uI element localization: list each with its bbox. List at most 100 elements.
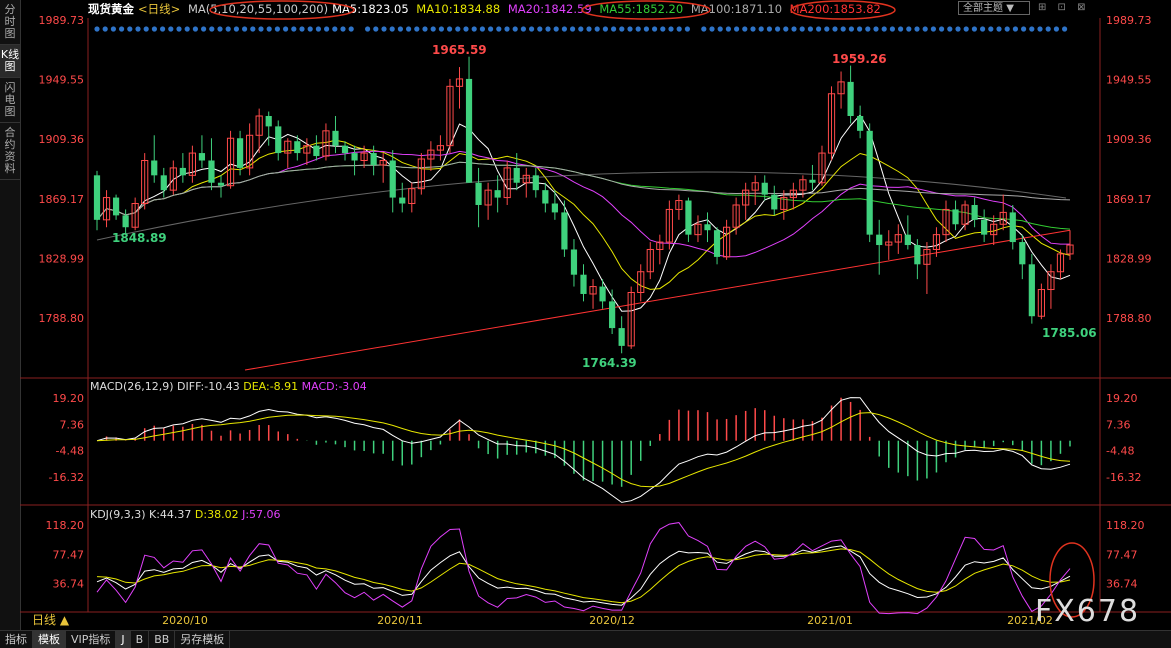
- event-dot: [725, 26, 732, 32]
- event-dot: [660, 26, 666, 32]
- event-dots: [94, 26, 1068, 32]
- event-dot: [570, 26, 576, 32]
- event-dot: [307, 26, 313, 32]
- watermark-logo: FX678: [1035, 594, 1141, 629]
- candles: [93, 56, 1074, 354]
- event-dot: [414, 26, 420, 32]
- event-dot: [758, 26, 764, 32]
- highlight-circle: [209, 0, 355, 20]
- event-dot: [602, 26, 609, 32]
- event-dot: [775, 26, 781, 32]
- event-dot: [455, 26, 461, 32]
- tab-indicators[interactable]: 指标: [0, 631, 33, 648]
- candle-body: [561, 212, 568, 250]
- candle-body: [771, 194, 778, 210]
- tab-b[interactable]: B: [131, 631, 150, 648]
- event-dot: [1029, 26, 1035, 32]
- candle-body: [542, 190, 549, 204]
- annotations: 1965.59 1959.26 1848.89 1764.39 1785.06: [112, 43, 1097, 370]
- axis-labels: 1989.73 1989.73 1949.55 1949.55 1909.36 1909.…: [39, 14, 1152, 627]
- candle-body: [761, 182, 768, 195]
- price-tick-label-left: 1949.55: [39, 74, 85, 87]
- event-dot: [176, 26, 182, 32]
- event-dot: [94, 26, 100, 32]
- candle-body: [609, 301, 616, 329]
- highlight-circles: [209, 0, 1095, 618]
- chart-canvas[interactable]: 19.20 19.20 7.36 7.36 -4.48 -4.48 -16.32 -16.32…: [0, 0, 1171, 630]
- event-dot: [701, 26, 707, 32]
- macd-params: MACD(26,12,9): [90, 380, 174, 393]
- event-dot: [184, 26, 190, 32]
- event-dot: [283, 26, 289, 32]
- event-dot: [274, 26, 280, 32]
- period-toggle[interactable]: 日线 ▲: [22, 612, 92, 629]
- tab-save-template[interactable]: 另存模板: [175, 631, 231, 648]
- candle-body: [599, 286, 606, 302]
- candle-body: [179, 167, 186, 176]
- price-tick-label-left: 1828.99: [39, 252, 85, 265]
- tab-vip-indicators[interactable]: VIP指标: [66, 631, 117, 648]
- tab-j[interactable]: J: [116, 631, 131, 648]
- candle-body: [551, 203, 558, 213]
- candle-body: [1028, 264, 1035, 317]
- event-dot: [422, 26, 428, 32]
- event-dot: [561, 26, 568, 32]
- event-dot: [192, 26, 198, 32]
- event-dot: [1004, 26, 1010, 32]
- event-dot: [512, 26, 518, 32]
- candle-body: [971, 204, 978, 220]
- price-tick-label-right: 1828.99: [1106, 252, 1152, 265]
- tab-template[interactable]: 模板: [33, 631, 66, 648]
- candle-body: [399, 197, 406, 204]
- candle-body: [465, 78, 473, 183]
- kdj-tick-right: 77.47: [1106, 548, 1138, 561]
- event-dot: [299, 26, 305, 32]
- event-dot: [922, 26, 928, 32]
- event-dot: [684, 26, 691, 32]
- macd-diff: DIFF:-10.43: [177, 380, 240, 393]
- event-dot: [635, 26, 641, 32]
- candle-body: [93, 175, 101, 220]
- event-dot: [783, 26, 789, 32]
- macd-tick-left: -4.48: [56, 445, 84, 458]
- candle-body: [112, 197, 120, 216]
- event-dot: [627, 26, 633, 32]
- event-dot: [127, 26, 133, 32]
- event-dot: [742, 26, 748, 32]
- event-dot: [381, 26, 387, 32]
- event-dot: [233, 26, 239, 32]
- candle-body: [952, 209, 959, 225]
- candle-body: [160, 175, 167, 191]
- macd-panel: 19.20 19.20 7.36 7.36 -4.48 -4.48 -16.32 -16.32: [49, 392, 1141, 503]
- candle-body: [570, 249, 578, 275]
- event-dot: [447, 26, 453, 32]
- candle-body: [904, 234, 911, 246]
- event-dot: [611, 26, 617, 32]
- candle-body: [389, 160, 396, 198]
- candle-body: [914, 245, 921, 265]
- event-dot: [889, 26, 896, 32]
- candle-body: [580, 274, 587, 294]
- kdj-d-line: [96, 548, 1071, 604]
- event-dot: [389, 26, 395, 32]
- event-dot: [266, 26, 272, 32]
- event-dot: [373, 26, 379, 32]
- event-dot: [1053, 26, 1059, 32]
- event-dot: [1062, 26, 1068, 32]
- x-tick-label: 2020/12: [589, 614, 635, 627]
- event-dot: [119, 26, 125, 32]
- highlight-circle: [790, 0, 896, 20]
- event-dot: [209, 26, 215, 32]
- tab-bb[interactable]: BB: [149, 631, 176, 648]
- event-dot: [225, 26, 231, 32]
- event-dot: [545, 26, 551, 32]
- kdj-j: J:57.06: [242, 508, 281, 521]
- candle-body: [265, 116, 272, 127]
- event-dot: [160, 26, 166, 32]
- price-tick-label-left: 1909.36: [39, 133, 85, 146]
- event-dot: [939, 26, 945, 32]
- candle-body: [236, 138, 244, 168]
- price-tick-label-right: 1989.73: [1106, 14, 1152, 27]
- candle-body: [198, 153, 206, 161]
- candle-body: [313, 145, 320, 157]
